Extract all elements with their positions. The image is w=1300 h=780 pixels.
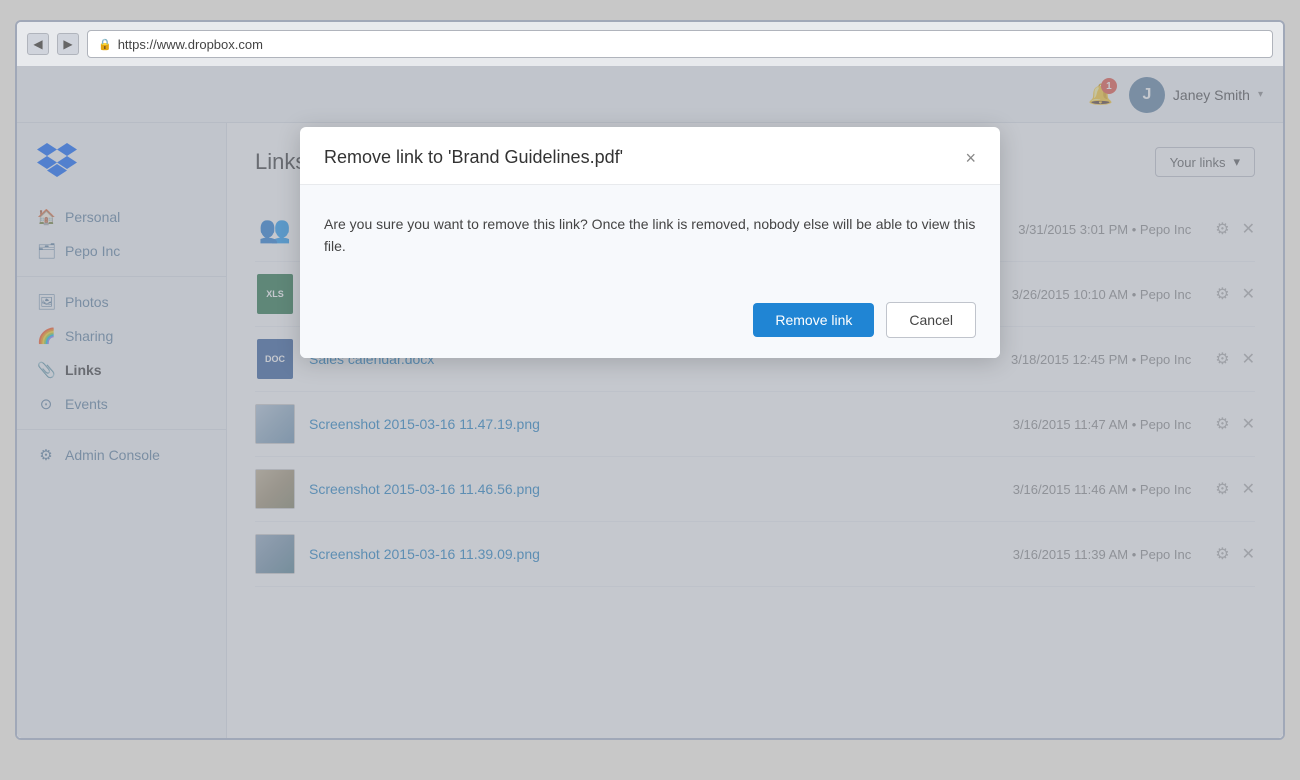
remove-link-modal: Remove link to 'Brand Guidelines.pdf' × … [300, 127, 1000, 358]
forward-button[interactable]: ▶ [57, 33, 79, 55]
browser-frame: ◀ ▶ 🔒 https://www.dropbox.com 🔔 1 J [15, 20, 1285, 740]
browser-toolbar: ◀ ▶ 🔒 https://www.dropbox.com [17, 22, 1283, 67]
modal-footer: Remove link Cancel [300, 286, 1000, 358]
modal-title: Remove link to 'Brand Guidelines.pdf' [324, 147, 623, 168]
url-bar[interactable]: 🔒 https://www.dropbox.com [87, 30, 1273, 58]
cancel-button[interactable]: Cancel [886, 302, 976, 338]
app-container: 🔔 1 J Janey Smith ▾ [17, 67, 1283, 738]
modal-close-button[interactable]: × [965, 149, 976, 167]
lock-icon: 🔒 [98, 38, 112, 51]
modal-body-text: Are you sure you want to remove this lin… [324, 213, 976, 258]
modal-overlay: Remove link to 'Brand Guidelines.pdf' × … [17, 67, 1283, 738]
back-button[interactable]: ◀ [27, 33, 49, 55]
remove-link-button[interactable]: Remove link [753, 303, 874, 337]
url-text: https://www.dropbox.com [118, 37, 263, 52]
modal-header: Remove link to 'Brand Guidelines.pdf' × [300, 127, 1000, 185]
modal-body: Are you sure you want to remove this lin… [300, 185, 1000, 286]
